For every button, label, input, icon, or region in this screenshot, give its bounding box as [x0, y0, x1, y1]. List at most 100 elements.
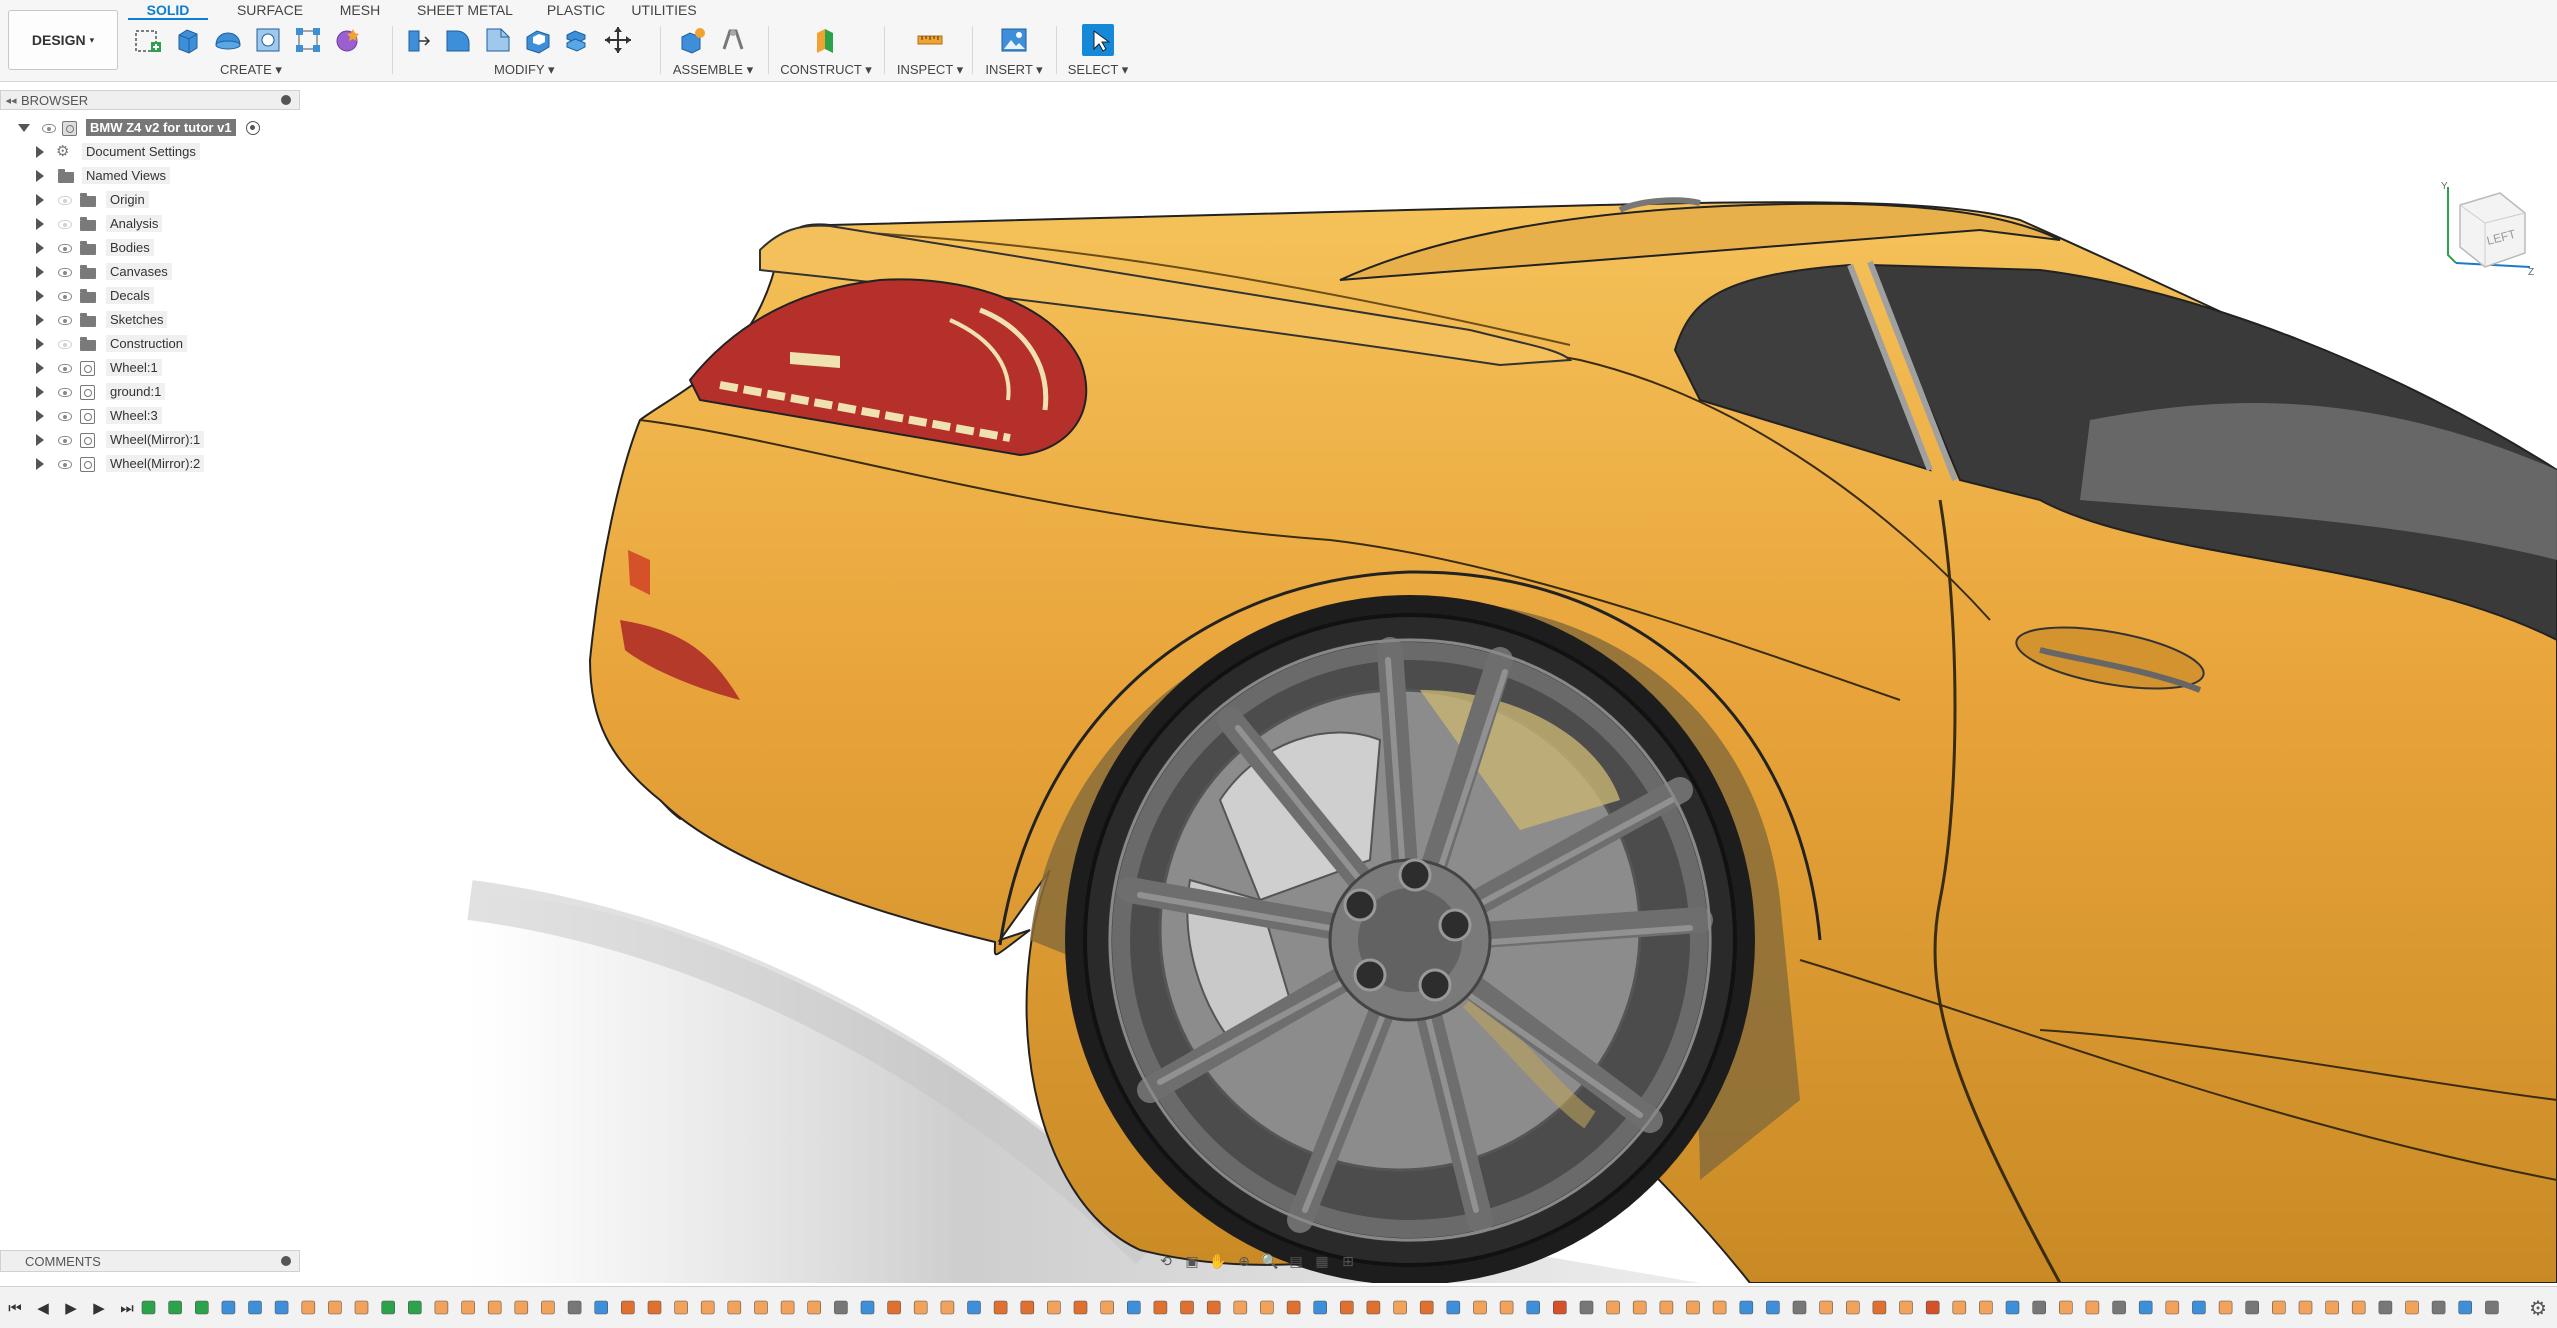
pan-icon[interactable]: ✋	[1207, 1251, 1229, 1271]
look-at-icon[interactable]: ▣	[1181, 1251, 1203, 1271]
eye-icon[interactable]	[58, 268, 72, 277]
expand-icon[interactable]	[36, 458, 44, 470]
tree-item-label[interactable]: Named Views	[82, 167, 170, 184]
tree-item-label[interactable]: Wheel:3	[106, 407, 162, 424]
eye-icon[interactable]	[58, 364, 72, 373]
inspect-dropdown[interactable]: INSPECT ▾	[890, 62, 970, 78]
orbit-icon[interactable]: ⟲	[1155, 1251, 1177, 1271]
shell-icon[interactable]	[522, 24, 554, 56]
chamfer-icon[interactable]	[482, 24, 514, 56]
tree-item[interactable]: Sketches	[0, 308, 300, 332]
eye-icon[interactable]	[58, 220, 72, 229]
tree-item[interactable]: ⚙ Document Settings	[0, 140, 300, 164]
timeline-settings-icon[interactable]: ⚙	[2529, 1296, 2547, 1321]
construct-dropdown[interactable]: CONSTRUCT ▾	[776, 62, 876, 78]
eye-icon[interactable]	[58, 460, 72, 469]
go-to-end-icon[interactable]: ⏭	[118, 1299, 136, 1317]
create-dropdown[interactable]: CREATE ▾	[132, 62, 382, 78]
step-back-icon[interactable]: ◀	[34, 1299, 52, 1317]
tree-item[interactable]: Bodies	[0, 236, 300, 260]
pin-icon[interactable]	[281, 1256, 291, 1266]
fillet-icon[interactable]	[442, 24, 474, 56]
tab-plastic[interactable]: PLASTIC	[536, 0, 616, 20]
modify-dropdown[interactable]: MODIFY ▾	[402, 62, 652, 78]
tab-sheet-metal[interactable]: SHEET METAL	[410, 0, 520, 20]
tab-solid[interactable]: SOLID	[128, 0, 208, 20]
press-pull-icon[interactable]	[402, 24, 434, 56]
tree-item-label[interactable]: Wheel:1	[106, 359, 162, 376]
expand-icon[interactable]	[36, 146, 44, 158]
go-to-start-icon[interactable]: ⏮	[6, 1299, 24, 1317]
eye-icon[interactable]	[58, 412, 72, 421]
expand-icon[interactable]	[36, 410, 44, 422]
tree-item-label[interactable]: Wheel(Mirror):1	[106, 431, 205, 448]
joint-icon[interactable]	[717, 24, 749, 56]
tree-item[interactable]: Named Views	[0, 164, 300, 188]
tree-item[interactable]: ground:1	[0, 380, 300, 404]
timeline-features[interactable]	[140, 1297, 2510, 1317]
tree-item[interactable]: Wheel:3	[0, 404, 300, 428]
tree-item[interactable]: Wheel(Mirror):2	[0, 452, 300, 476]
tree-item-label[interactable]: Canvases	[106, 263, 172, 280]
extrude-icon[interactable]	[172, 24, 204, 56]
new-component-icon[interactable]	[677, 24, 709, 56]
move-icon[interactable]	[602, 24, 634, 56]
pin-icon[interactable]	[281, 95, 291, 105]
workspace-dropdown[interactable]: DESIGN ▾	[8, 10, 118, 70]
eye-icon[interactable]	[58, 244, 72, 253]
expand-icon[interactable]	[36, 170, 44, 182]
eye-icon[interactable]	[58, 316, 72, 325]
tree-root-label[interactable]: BMW Z4 v2 for tutor v1	[86, 119, 236, 136]
expand-icon[interactable]	[36, 242, 44, 254]
assemble-dropdown[interactable]: ASSEMBLE ▾	[668, 62, 758, 78]
hole-icon[interactable]	[252, 24, 284, 56]
select-dropdown[interactable]: SELECT ▾	[1060, 62, 1136, 78]
tree-item-label[interactable]: Document Settings	[82, 143, 200, 160]
tree-item[interactable]: Wheel(Mirror):1	[0, 428, 300, 452]
measure-icon[interactable]	[914, 24, 946, 56]
tab-utilities[interactable]: UTILITIES	[624, 0, 704, 20]
tab-mesh[interactable]: MESH	[330, 0, 390, 20]
display-settings-icon[interactable]: ▤	[1285, 1251, 1307, 1271]
expand-icon[interactable]	[36, 386, 44, 398]
viewports-icon[interactable]: ⊞	[1337, 1251, 1359, 1271]
expand-icon[interactable]	[36, 218, 44, 230]
tree-item-label[interactable]: Wheel(Mirror):2	[106, 455, 205, 472]
insert-dropdown[interactable]: INSERT ▾	[976, 62, 1052, 78]
pattern-icon[interactable]	[292, 24, 324, 56]
expand-icon[interactable]	[36, 194, 44, 206]
step-forward-icon[interactable]: ▶	[90, 1299, 108, 1317]
tree-item[interactable]: Construction	[0, 332, 300, 356]
collapse-icon[interactable]: ◂◂	[1, 94, 21, 107]
tree-item-label[interactable]: Origin	[106, 191, 149, 208]
tree-item-label[interactable]: Sketches	[106, 311, 168, 328]
canvas-viewport[interactable]: LEFT Y Z	[0, 83, 2557, 1285]
create-sketch-icon[interactable]	[132, 24, 164, 56]
zoom-window-icon[interactable]: 🔍	[1259, 1251, 1281, 1271]
insert-image-icon[interactable]	[998, 24, 1030, 56]
zoom-icon[interactable]: ⊕	[1233, 1251, 1255, 1271]
expand-icon[interactable]	[36, 434, 44, 446]
comments-panel-header[interactable]: COMMENTS	[0, 1250, 300, 1272]
offset-plane-icon[interactable]	[810, 24, 842, 56]
tree-item[interactable]: Decals	[0, 284, 300, 308]
tab-surface[interactable]: SURFACE	[220, 0, 320, 20]
activate-icon[interactable]	[246, 121, 260, 135]
tree-item-label[interactable]: Bodies	[106, 239, 154, 256]
tree-item-label[interactable]: ground:1	[106, 383, 166, 400]
tree-root[interactable]: BMW Z4 v2 for tutor v1	[0, 116, 300, 140]
play-icon[interactable]: ▶	[62, 1299, 80, 1317]
tree-item-label[interactable]: Analysis	[106, 215, 163, 232]
combine-icon[interactable]	[562, 24, 594, 56]
browser-panel-header[interactable]: ◂◂ BROWSER	[0, 90, 300, 110]
expand-icon[interactable]	[36, 266, 44, 278]
tree-item[interactable]: Analysis	[0, 212, 300, 236]
expand-icon[interactable]	[36, 362, 44, 374]
expand-icon[interactable]	[36, 338, 44, 350]
eye-icon[interactable]	[58, 340, 72, 349]
tree-item[interactable]: Canvases	[0, 260, 300, 284]
tree-item-label[interactable]: Decals	[106, 287, 154, 304]
tree-item[interactable]: Wheel:1	[0, 356, 300, 380]
eye-icon[interactable]	[58, 436, 72, 445]
eye-icon[interactable]	[58, 292, 72, 301]
